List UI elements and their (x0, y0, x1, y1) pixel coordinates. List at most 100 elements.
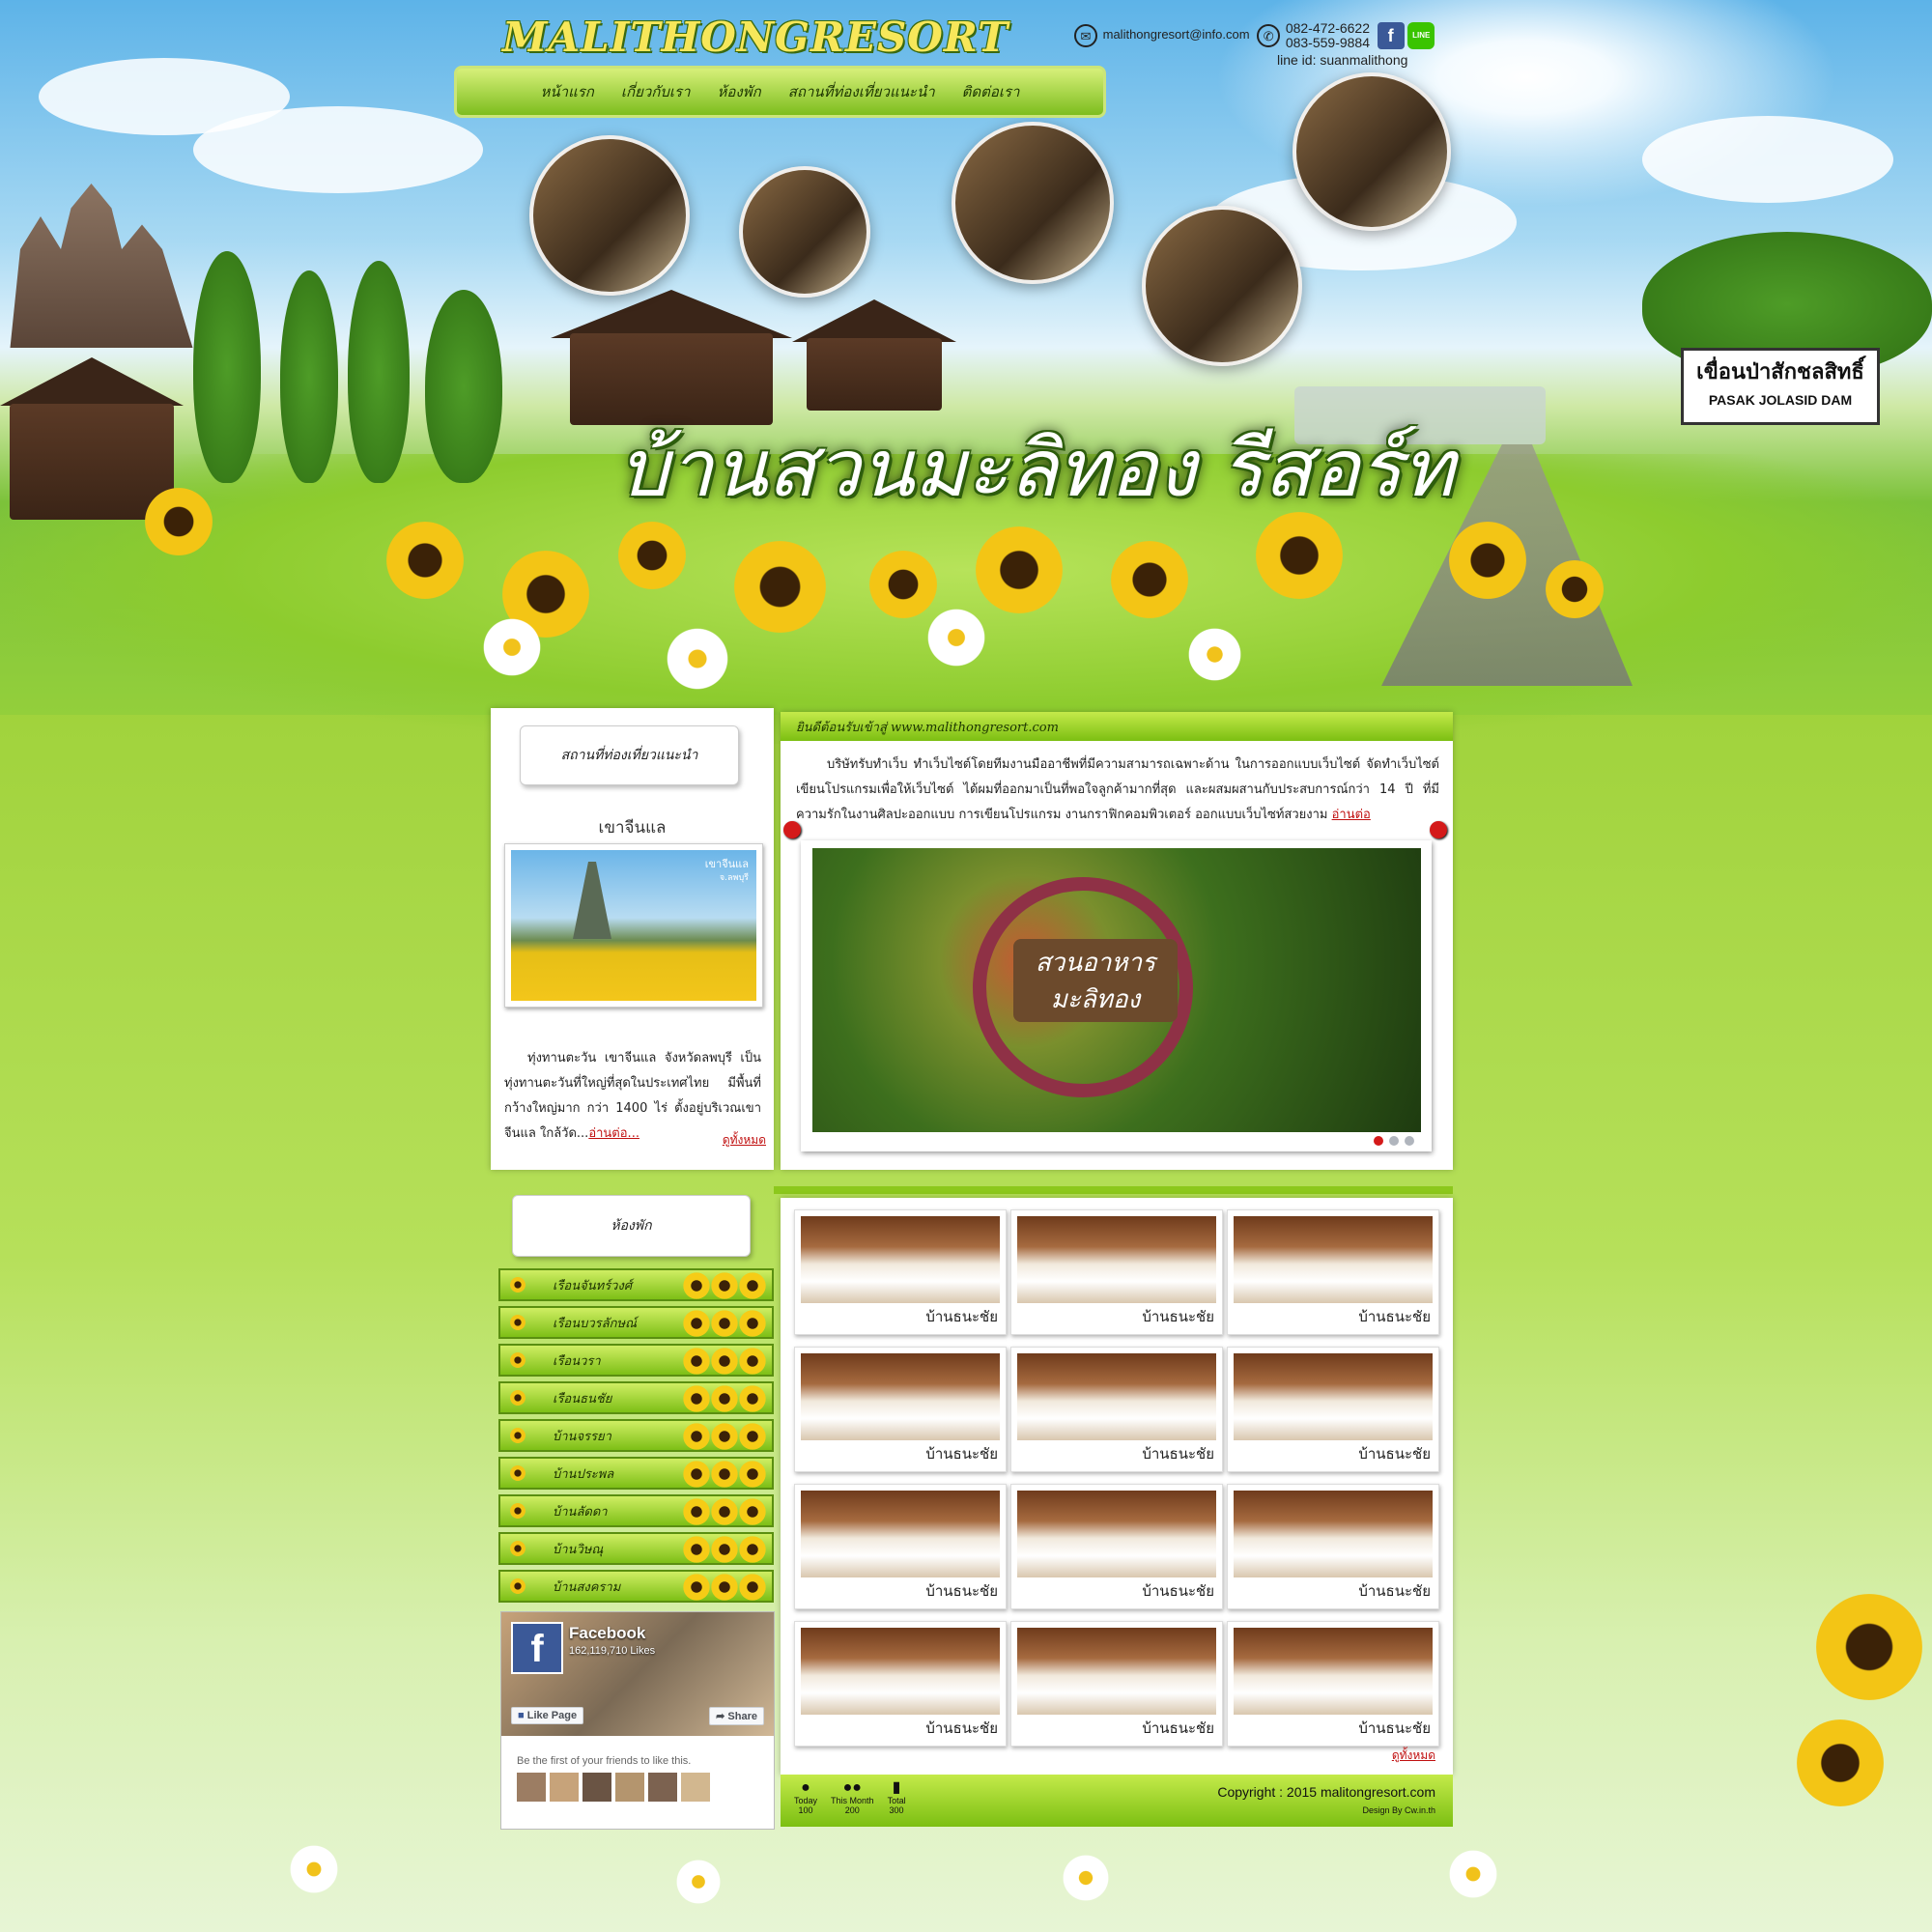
attraction-read-more[interactable]: อ่านต่อ... (588, 1126, 639, 1141)
nav-contact[interactable]: ติดต่อเรา (962, 80, 1020, 103)
slider-dot[interactable] (1405, 1136, 1414, 1146)
room-card[interactable]: บ้านธนะชัย (1227, 1209, 1439, 1335)
facebook-icon[interactable]: f (1377, 22, 1405, 49)
stat-value: 100 (798, 1805, 813, 1815)
sunflower-bullet-icon (510, 1352, 526, 1368)
facebook-like-icon: ■ (518, 1710, 525, 1721)
attraction-name[interactable]: เขาจีนแล (491, 814, 774, 840)
slider-dot[interactable] (1389, 1136, 1399, 1146)
room-photo (1234, 1353, 1433, 1440)
room-menu-item[interactable]: บ้านสงคราม (498, 1570, 774, 1603)
avatar[interactable] (615, 1773, 644, 1802)
room-card[interactable]: บ้านธนะชัย (794, 1621, 1007, 1747)
room-menu-item[interactable]: บ้านวิษณุ (498, 1532, 774, 1565)
cloud (193, 106, 483, 193)
room-menu-label: บ้านสงคราม (553, 1579, 621, 1595)
room-menu-item[interactable]: เรือนจันทร์วงศ์ (498, 1268, 774, 1301)
sunflower-decoration (683, 1310, 766, 1337)
welcome-read-more[interactable]: อ่านต่อ (1332, 808, 1371, 822)
room-caption: บ้านธนะชัย (1358, 1719, 1431, 1737)
room-caption: บ้านธนะชัย (925, 1719, 998, 1737)
room-menu-item[interactable]: เรือนธนชัย (498, 1381, 774, 1414)
room-photo (1234, 1628, 1433, 1715)
daisy (667, 628, 728, 690)
room-card[interactable]: บ้านธนะชัย (1010, 1347, 1223, 1472)
room-card[interactable]: บ้านธนะชัย (794, 1484, 1007, 1609)
room-caption: บ้านธนะชัย (1142, 1582, 1214, 1600)
avatar[interactable] (550, 1773, 579, 1802)
nav-home[interactable]: หน้าแรก (541, 80, 594, 103)
room-photo (1017, 1491, 1216, 1577)
slider-sign: สวนอาหาร มะลิทอง (1013, 939, 1178, 1022)
avatar[interactable] (582, 1773, 611, 1802)
line-icon[interactable]: LINE (1407, 22, 1435, 49)
nav-rooms[interactable]: ห้องพัก (718, 80, 761, 103)
facebook-widget: f Facebook 162,119,710 Likes ■ Like Page… (500, 1611, 775, 1830)
room-caption: บ้านธนะชัย (1142, 1719, 1214, 1737)
image-caption-sub: จ.ลพบุรี (719, 873, 749, 883)
contact-email[interactable]: malithongresort@info.com (1103, 27, 1250, 42)
avatar[interactable] (648, 1773, 677, 1802)
slider-dot-active[interactable] (1374, 1136, 1383, 1146)
avatar[interactable] (681, 1773, 710, 1802)
attraction-image-frame[interactable]: เขาจีนแล จ.ลพบุรี (504, 843, 763, 1008)
room-photo (801, 1353, 1000, 1440)
room-photo (801, 1491, 1000, 1577)
tree (348, 261, 410, 483)
facebook-logo-icon[interactable]: f (511, 1622, 563, 1674)
room-caption: บ้านธนะชัย (925, 1308, 998, 1325)
rooms-view-all[interactable]: ดูทั้งหมด (1392, 1747, 1435, 1765)
stat-value: 300 (889, 1805, 904, 1815)
sunflower (976, 526, 1063, 613)
facebook-share-label: Share (727, 1711, 757, 1722)
room-menu-item[interactable]: เรือนวรา (498, 1344, 774, 1377)
room-card[interactable]: บ้านธนะชัย (1010, 1621, 1223, 1747)
room-card[interactable]: บ้านธนะชัย (1227, 1621, 1439, 1747)
copyright: Copyright : 2015 malitongresort.com (1217, 1784, 1435, 1800)
room-menu-item[interactable]: บ้านลัดดา (498, 1494, 774, 1527)
attractions-title-card: สถานที่ท่องเที่ยวแนะนำ (520, 725, 739, 785)
design-credit[interactable]: Design By Cw.in.th (1362, 1805, 1435, 1815)
room-menu-item[interactable]: เรือนบวรลักษณ์ (498, 1306, 774, 1339)
room-card[interactable]: บ้านธนะชัย (794, 1209, 1007, 1335)
facebook-page-name[interactable]: Facebook (569, 1624, 645, 1643)
stat-value: 200 (844, 1805, 860, 1815)
room-menu-label: เรือนจันทร์วงศ์ (553, 1278, 633, 1293)
daisy (927, 609, 985, 667)
facebook-like-button[interactable]: ■ Like Page (511, 1707, 584, 1724)
stat-label: Today (794, 1796, 818, 1805)
room-card[interactable]: บ้านธนะชัย (794, 1347, 1007, 1472)
room-card[interactable]: บ้านธนะชัย (1227, 1347, 1439, 1472)
sunflower-decoration (683, 1385, 766, 1412)
facebook-friend-avatars (517, 1773, 710, 1802)
site-logo[interactable]: MALITHONGRESORT (502, 14, 1009, 61)
sunflower (1546, 560, 1604, 618)
nav-attractions[interactable]: สถานที่ท่องเที่ยวแนะนำ (788, 80, 935, 103)
attractions-view-all[interactable]: ดูทั้งหมด (723, 1131, 766, 1150)
daisy (483, 618, 541, 676)
nav-about[interactable]: เกี่ยวกับเรา (621, 80, 691, 103)
sunflower-decoration (683, 1574, 766, 1601)
sunflower-bullet-icon (510, 1503, 526, 1519)
group-icon: ●● (842, 1779, 862, 1796)
room-menu-item[interactable]: บ้านประพล (498, 1457, 774, 1490)
house (10, 404, 174, 520)
contact-line-id: line id: suanmalithong (1277, 52, 1408, 68)
room-card[interactable]: บ้านธนะชัย (1010, 1484, 1223, 1609)
avatar[interactable] (517, 1773, 546, 1802)
pin-icon (1430, 821, 1447, 838)
sunflower-decoration (683, 1498, 766, 1525)
facebook-share-button[interactable]: ➦ Share (709, 1707, 764, 1725)
share-icon: ➦ (716, 1711, 725, 1722)
slider[interactable]: สวนอาหาร มะลิทอง (783, 821, 1447, 1151)
room-card[interactable]: บ้านธนะชัย (1227, 1484, 1439, 1609)
room-card[interactable]: บ้านธนะชัย (1010, 1209, 1223, 1335)
slider-dots (1374, 1136, 1414, 1146)
stat-label: Total (887, 1796, 906, 1805)
room-menu-label: เรือนวรา (553, 1353, 601, 1369)
attraction-image-caption: เขาจีนแล จ.ลพบุรี (705, 858, 749, 885)
footer: ● Today 100 ●● This Month 200 ▮ Total 30… (781, 1775, 1453, 1827)
sunflower-bullet-icon (510, 1465, 526, 1481)
room-menu-label: บ้านวิษณุ (553, 1542, 604, 1557)
room-menu-item[interactable]: บ้านจรรยา (498, 1419, 774, 1452)
